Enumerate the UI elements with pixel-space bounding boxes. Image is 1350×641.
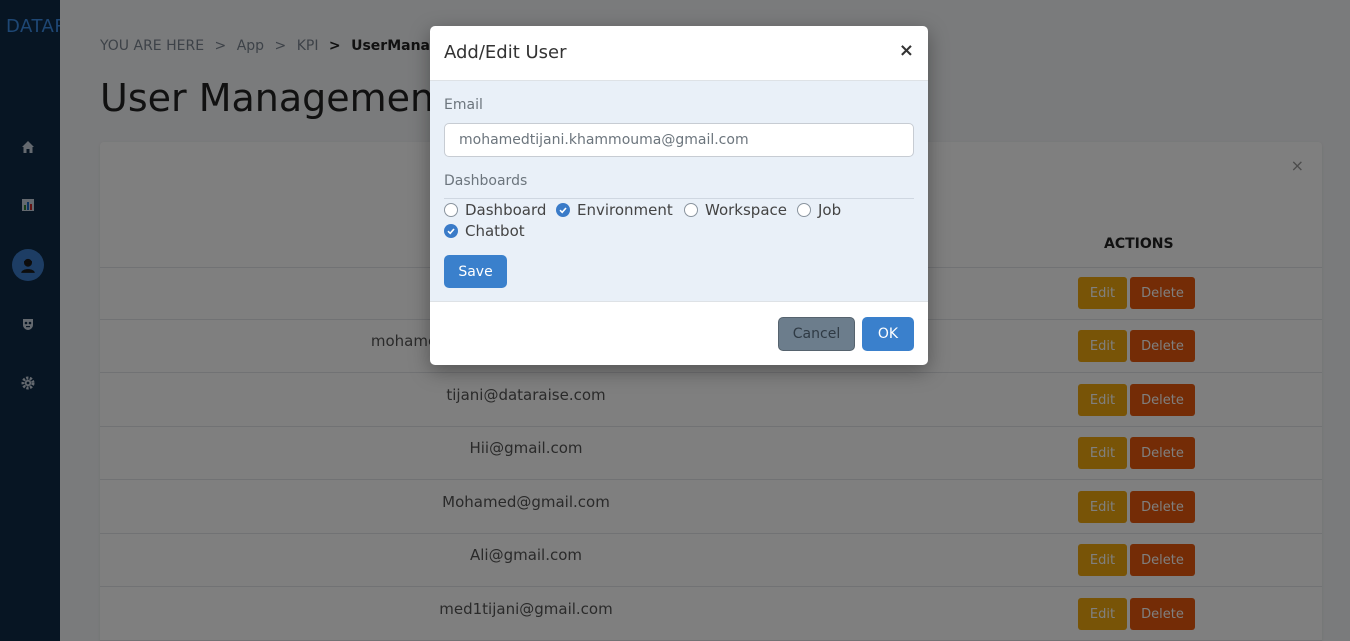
close-icon[interactable]: × [899,40,914,61]
check-icon [559,207,567,214]
modal-body: Email Dashboards Dashboard Environment W… [430,81,928,302]
radio-checked[interactable] [444,224,458,238]
ok-button[interactable]: OK [862,317,914,351]
radio-unchecked[interactable] [684,203,698,217]
cancel-button[interactable]: Cancel [778,317,855,351]
option-chatbot[interactable]: Chatbot [444,222,525,240]
email-field[interactable] [444,123,914,157]
option-label: Chatbot [465,222,525,240]
modal-header: Add/Edit User × [430,26,928,81]
option-environment[interactable]: Environment [556,201,673,219]
option-job[interactable]: Job [797,201,841,219]
add-edit-user-modal: Add/Edit User × Email Dashboards Dashboa… [430,26,928,365]
option-label: Job [818,201,842,219]
option-label: Environment [577,201,673,219]
option-workspace[interactable]: Workspace [684,201,787,219]
dashboards-label: Dashboards [444,173,528,189]
option-dashboard[interactable]: Dashboard [444,201,546,219]
radio-unchecked[interactable] [797,203,811,217]
check-icon [447,228,455,235]
radio-unchecked[interactable] [444,203,458,217]
dashboards-divider [444,198,914,199]
email-label: Email [444,97,483,113]
radio-checked[interactable] [556,203,570,217]
save-button[interactable]: Save [444,255,507,288]
option-label: Dashboard [465,201,547,219]
modal-title: Add/Edit User [444,42,567,63]
option-label: Workspace [705,201,787,219]
